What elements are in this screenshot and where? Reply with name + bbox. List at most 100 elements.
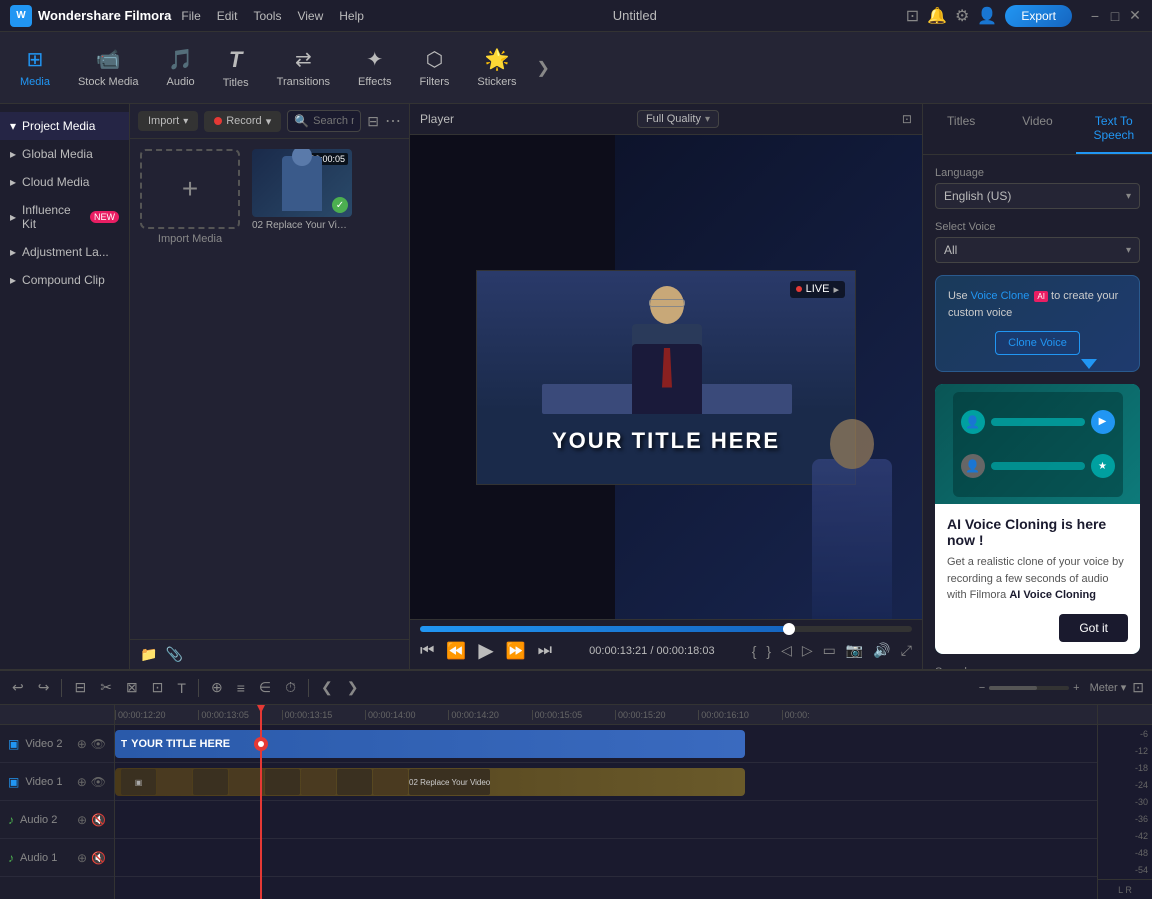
db-val-5: -36 <box>1102 814 1148 824</box>
tab-text-to-speech[interactable]: Text To Speech <box>1076 104 1152 154</box>
menu-file[interactable]: File <box>181 9 200 23</box>
playhead-btn[interactable] <box>254 737 268 751</box>
voice-select[interactable]: All ▾ <box>935 237 1140 263</box>
language-select[interactable]: English (US) ▾ <box>935 183 1140 209</box>
fullscreen-icon[interactable]: ⤢ <box>901 642 912 659</box>
voice-dropdown-arrow: ▾ <box>1126 245 1131 256</box>
sidebar-item-cloud-media[interactable]: ▸ Cloud Media <box>0 168 129 196</box>
meter-label[interactable]: Meter ▾ <box>1090 681 1127 694</box>
toolbar-transitions[interactable]: ⇄ Transitions <box>265 41 342 94</box>
topbar-icon-2[interactable]: 🔔 <box>927 6 947 26</box>
tl-magnetic-icon[interactable]: ≡ <box>233 678 249 698</box>
audio2-eye-icon[interactable]: 🔇 <box>91 813 106 827</box>
main-area: ▾ Project Media ▸ Global Media ▸ Cloud M… <box>0 104 1152 669</box>
menu-edit[interactable]: Edit <box>217 9 238 23</box>
tl-cut-icon[interactable]: ✂ <box>96 677 116 698</box>
mark-out-icon[interactable]: } <box>766 643 771 659</box>
tl-text-icon[interactable]: T <box>173 678 190 698</box>
topbar-icon-3[interactable]: ⚙ <box>955 6 969 26</box>
prev-marker-icon[interactable]: ◁ <box>781 642 792 659</box>
toolbar-media[interactable]: ⊞ Media <box>8 41 62 94</box>
toolbar-audio[interactable]: 🎵 Audio <box>155 41 207 94</box>
topbar-icon-4[interactable]: 👤 <box>977 6 997 26</box>
record-button[interactable]: Record ▾ <box>204 111 281 132</box>
tl-zoom-minus[interactable]: − <box>979 682 985 694</box>
track-labels: ▣ Video 2 ⊕ 👁 ▣ Video 1 ⊕ 👁 ♪ Audio 2 <box>0 705 115 899</box>
toolbar-more-arrow[interactable]: ❯ <box>533 54 554 82</box>
tl-undo-icon[interactable]: ↩ <box>8 677 28 698</box>
sidebar-item-project-media[interactable]: ▾ Project Media <box>0 112 129 140</box>
add-clip-icon[interactable]: 📎 <box>165 646 182 663</box>
clone-voice-button[interactable]: Clone Voice <box>995 331 1080 355</box>
clip-video1[interactable]: ▣ 02 Replace Your Video <box>115 768 745 796</box>
record-dot <box>214 117 222 125</box>
clip-video2[interactable]: T YOUR TITLE HERE <box>115 730 745 758</box>
tl-link-icon[interactable]: ∈ <box>255 677 275 698</box>
snapshot-icon[interactable]: 📷 <box>846 642 863 659</box>
import-media-item[interactable]: + Import Media <box>140 149 240 245</box>
toolbar-effects[interactable]: ✦ Effects <box>346 41 403 94</box>
voice-value: All <box>944 243 957 257</box>
media-thumbnail-1[interactable]: 00:00:05 ✓ 02 Replace Your Video <box>252 149 352 245</box>
topbar-icon-1[interactable]: ⊡ <box>906 6 919 26</box>
sidebar-item-compound-clip[interactable]: ▸ Compound Clip <box>0 266 129 294</box>
voice-clone-link[interactable]: Voice Clone <box>971 290 1030 302</box>
menu-view[interactable]: View <box>297 9 323 23</box>
import-media-box[interactable]: + <box>140 149 240 229</box>
maximize-button[interactable]: □ <box>1108 9 1122 23</box>
toolbar-filters[interactable]: ⬡ Filters <box>407 41 461 94</box>
got-it-button[interactable]: Got it <box>1059 614 1128 642</box>
sidebar-item-influence-kit[interactable]: ▸ Influence Kit NEW <box>0 196 129 238</box>
volume-icon[interactable]: 🔊 <box>873 642 890 659</box>
video2-eye-icon[interactable]: 👁 <box>91 737 106 751</box>
filter-icon[interactable]: ⊟ <box>367 113 379 130</box>
search-input[interactable] <box>313 115 354 127</box>
audio2-add-icon[interactable]: ⊕ <box>77 813 87 827</box>
display-mode-icon[interactable]: ▭ <box>823 642 836 659</box>
tl-snap-icon[interactable]: ⊕ <box>207 677 227 698</box>
menu-help[interactable]: Help <box>339 9 364 23</box>
video1-add-icon[interactable]: ⊕ <box>77 775 87 789</box>
sidebar-item-global-media[interactable]: ▸ Global Media <box>0 140 129 168</box>
minimize-button[interactable]: − <box>1088 9 1102 23</box>
step-forward-button[interactable]: ⏩ <box>506 641 526 661</box>
tl-more-left[interactable]: ❮ <box>317 677 337 698</box>
step-back-button[interactable]: ⏪ <box>446 641 466 661</box>
progress-bar[interactable] <box>420 626 912 632</box>
tl-delete-icon[interactable]: ⊟ <box>70 677 90 698</box>
tl-redo-icon[interactable]: ↪ <box>34 677 54 698</box>
fast-forward-button[interactable]: ⏭ <box>538 642 552 660</box>
tl-copy-icon[interactable]: ⊠ <box>122 677 142 698</box>
import-button[interactable]: Import ▾ <box>138 111 198 131</box>
audio1-eye-icon[interactable]: 🔇 <box>91 851 106 865</box>
close-button[interactable]: ✕ <box>1128 9 1142 23</box>
add-folder-icon[interactable]: 📁 <box>140 646 157 663</box>
tl-marker-icon[interactable]: ⏱ <box>281 677 300 698</box>
meter-icon[interactable]: ⊡ <box>1132 679 1144 696</box>
toolbar-stickers[interactable]: 🌟 Stickers <box>465 41 528 94</box>
media-search-bar[interactable]: 🔍 <box>287 110 361 132</box>
tl-zoom-plus[interactable]: + <box>1073 682 1079 694</box>
toolbar-stock-media[interactable]: 📹 Stock Media <box>66 41 151 94</box>
mark-in-icon[interactable]: { <box>752 643 757 659</box>
menu-tools[interactable]: Tools <box>253 9 281 23</box>
progress-handle[interactable] <box>783 623 795 635</box>
tl-paste-icon[interactable]: ⊡ <box>148 677 168 698</box>
rewind-button[interactable]: ⏮ <box>420 642 434 660</box>
tl-zoom-track[interactable] <box>989 686 1069 690</box>
audio1-add-icon[interactable]: ⊕ <box>77 851 87 865</box>
media-more-icon[interactable]: ⋯ <box>385 111 401 131</box>
toolbar-titles[interactable]: T Titles <box>211 41 261 95</box>
video1-eye-icon[interactable]: 👁 <box>91 775 106 789</box>
player-settings-icon[interactable]: ⊡ <box>902 112 912 126</box>
play-button[interactable]: ▶ <box>478 638 493 663</box>
video2-add-icon[interactable]: ⊕ <box>77 737 87 751</box>
tab-video[interactable]: Video <box>999 104 1075 154</box>
next-marker-icon[interactable]: ▷ <box>802 642 813 659</box>
quality-select[interactable]: Full Quality ▾ <box>637 110 719 128</box>
sidebar-item-adjustment-layer[interactable]: ▸ Adjustment La... <box>0 238 129 266</box>
export-button[interactable]: Export <box>1005 5 1072 27</box>
tab-titles[interactable]: Titles <box>923 104 999 154</box>
tl-more-right[interactable]: ❯ <box>343 677 363 698</box>
playhead[interactable] <box>260 705 262 899</box>
